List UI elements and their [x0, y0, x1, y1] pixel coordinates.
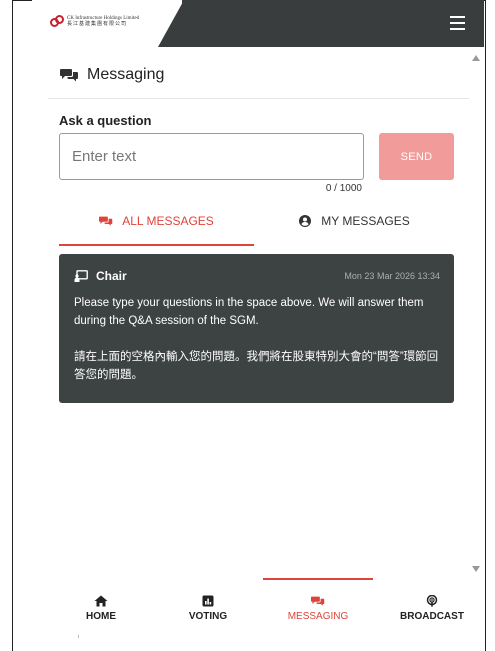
message-text-en: Please type your questions in the space …	[74, 297, 424, 327]
message-text-zh: 請在上面的空格內輸入您的問題。我們將在股東特別大會的“問答”環節回答您的問題。	[74, 351, 439, 381]
scroll-down-arrow-icon[interactable]	[472, 566, 480, 572]
frame-right-border	[485, 0, 486, 651]
question-input[interactable]	[59, 133, 364, 180]
presenter-icon	[74, 270, 88, 282]
send-button[interactable]: SEND	[379, 133, 454, 180]
chat-bubbles-icon	[99, 216, 113, 226]
tab-my-messages[interactable]: MY MESSAGES	[254, 214, 454, 246]
user-circle-icon	[299, 215, 312, 227]
bottom-navigation: HOME VOTING MESSAGING BROADCAST	[32, 578, 484, 638]
scroll-up-arrow-icon[interactable]	[472, 55, 480, 61]
nav-voting[interactable]: VOTING	[169, 578, 247, 638]
message-card: Chair Mon 23 Mar 2026 13:34 Please type …	[59, 254, 454, 403]
chat-bubbles-icon	[311, 596, 325, 606]
character-counter: 0 / 1000	[325, 183, 362, 194]
nav-home-label: HOME	[86, 611, 116, 622]
message-body: Please type your questions in the space …	[74, 294, 446, 384]
message-timestamp: Mon 23 Mar 2026 13:34	[344, 271, 440, 281]
nav-messaging[interactable]: MESSAGING	[263, 578, 373, 638]
hamburger-icon[interactable]	[450, 16, 465, 30]
messaging-header: Messaging	[60, 66, 164, 84]
app-header: CK Infrastructure Holdings Limited 長江基建集…	[32, 0, 484, 47]
bar-chart-icon	[202, 595, 214, 607]
nav-broadcast-label: BROADCAST	[400, 611, 464, 622]
header-dark-band	[182, 0, 484, 47]
logo-mark-icon	[50, 15, 64, 29]
logo-text-zh: 長江基建集團有限公司	[67, 22, 128, 27]
message-header: Chair	[74, 269, 127, 283]
logo-text: CK Infrastructure Holdings Limited 長江基建集…	[67, 16, 139, 28]
header-diagonal	[158, 0, 184, 47]
podcast-icon	[426, 595, 438, 607]
chat-bubbles-icon	[60, 69, 78, 82]
frame-left-border	[12, 0, 13, 651]
nav-voting-label: VOTING	[188, 611, 228, 622]
tab-my-messages-label: MY MESSAGES	[321, 214, 410, 228]
title-divider	[48, 98, 469, 99]
company-logo[interactable]: CK Infrastructure Holdings Limited 長江基建集…	[50, 15, 139, 29]
ask-question-label: Ask a question	[59, 113, 152, 128]
nav-home[interactable]: HOME	[62, 578, 140, 638]
page-title: Messaging	[87, 66, 165, 83]
nav-broadcast[interactable]: BROADCAST	[387, 578, 477, 638]
tab-all-messages[interactable]: ALL MESSAGES	[59, 214, 254, 246]
tab-all-messages-label: ALL MESSAGES	[122, 214, 214, 228]
footer-mark	[78, 635, 79, 638]
app-container: CK Infrastructure Holdings Limited 長江基建集…	[32, 0, 484, 638]
nav-messaging-label: MESSAGING	[287, 611, 349, 622]
message-sender: Chair	[96, 269, 127, 283]
home-icon	[94, 595, 108, 607]
